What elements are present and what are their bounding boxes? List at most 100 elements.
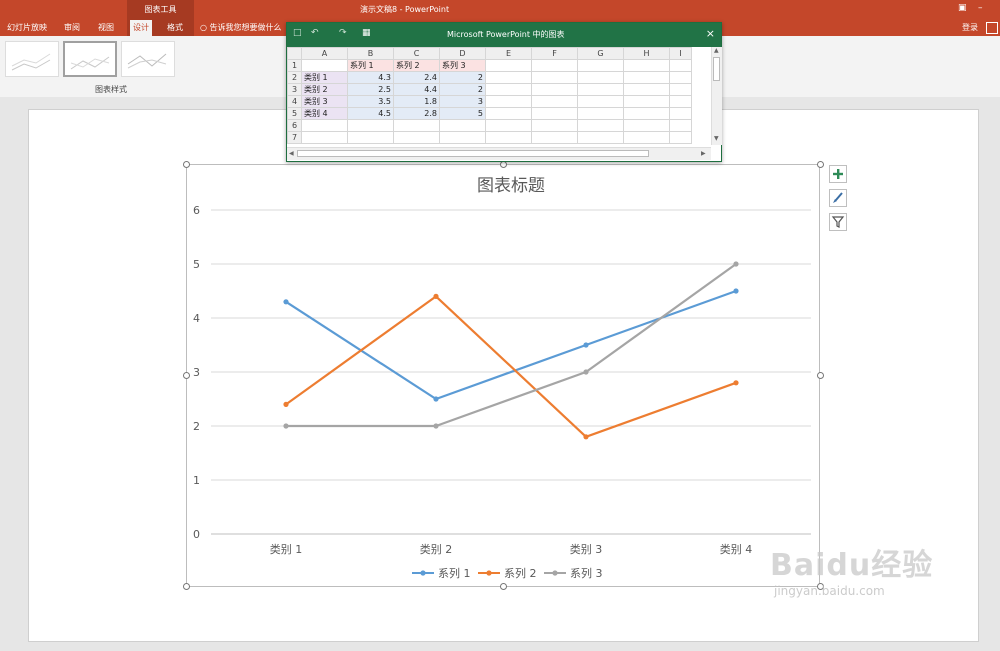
tell-me-box[interactable]: ○ 告诉我您想要做什么 (200, 20, 282, 36)
sheet-cell[interactable] (485, 71, 532, 84)
row-header[interactable]: 1 (287, 59, 302, 72)
sheet-cell[interactable] (577, 83, 624, 96)
sheet-cell[interactable]: 2 (439, 71, 486, 84)
sheet-cell[interactable] (669, 95, 692, 108)
sheet-cell[interactable] (393, 119, 440, 132)
data-grid[interactable]: A B C D E F G H I 1 系列 1 系列 2 系列 3 2 类别 1 4.3 2… (287, 47, 692, 144)
resize-handle-right[interactable] (817, 372, 824, 379)
scroll-left-icon[interactable]: ◀ (289, 150, 294, 157)
tab-slideshow[interactable]: 幻灯片放映 (4, 20, 50, 36)
row-header[interactable]: 7 (287, 131, 302, 144)
sheet-cell[interactable] (531, 131, 578, 144)
close-icon[interactable]: × (706, 23, 715, 45)
column-header[interactable]: B (347, 47, 394, 60)
sheet-cell[interactable] (577, 131, 624, 144)
sheet-cell[interactable]: 5 (439, 107, 486, 120)
row-header[interactable]: 5 (287, 107, 302, 120)
sheet-cell[interactable]: 4.4 (393, 83, 440, 96)
scroll-down-icon[interactable]: ▼ (714, 135, 719, 142)
sheet-cell[interactable] (623, 131, 670, 144)
column-header[interactable]: E (485, 47, 532, 60)
sheet-cell[interactable] (531, 95, 578, 108)
sheet-cell[interactable] (301, 119, 348, 132)
sheet-cell[interactable]: 4.3 (347, 71, 394, 84)
sheet-cell[interactable] (531, 83, 578, 96)
column-header[interactable]: G (577, 47, 624, 60)
vertical-scrollbar[interactable]: ▲ ▼ (711, 47, 722, 145)
sheet-cell[interactable] (577, 107, 624, 120)
sheet-cell[interactable] (669, 131, 692, 144)
chart-data-window[interactable]: □ ↶ ↷ ▦ Microsoft PowerPoint 中的图表 × A B … (286, 22, 722, 162)
sheet-cell[interactable] (669, 71, 692, 84)
sheet-cell[interactable]: 系列 3 (439, 59, 486, 72)
sheet-cell[interactable] (531, 119, 578, 132)
minimize-icon[interactable]: – (978, 3, 983, 13)
sheet-cell[interactable]: 系列 1 (347, 59, 394, 72)
sheet-cell[interactable] (577, 119, 624, 132)
sheet-cell[interactable]: 2.4 (393, 71, 440, 84)
sheet-cell[interactable] (301, 59, 348, 72)
redo-icon[interactable]: ↷ (339, 28, 347, 38)
sheet-cell[interactable]: 类别 2 (301, 83, 348, 96)
resize-handle-left[interactable] (183, 372, 190, 379)
tab-review[interactable]: 审阅 (61, 20, 83, 36)
tab-design[interactable]: 设计 (130, 20, 152, 36)
sheet-cell[interactable] (577, 71, 624, 84)
column-header[interactable]: D (439, 47, 486, 60)
horizontal-scrollbar[interactable]: ◀ ▶ (287, 147, 711, 160)
tab-format[interactable]: 格式 (164, 20, 186, 36)
horizontal-scroll-thumb[interactable] (297, 150, 649, 157)
chart-style-2[interactable] (63, 41, 117, 77)
sheet-cell[interactable] (485, 131, 532, 144)
sheet-cell[interactable] (577, 95, 624, 108)
chart-filters-button[interactable] (829, 213, 847, 231)
sheet-cell[interactable] (347, 131, 394, 144)
sheet-cell[interactable]: 系列 2 (393, 59, 440, 72)
resize-handle-bottom-left[interactable] (183, 583, 190, 590)
sheet-cell[interactable] (531, 71, 578, 84)
sheet-cell[interactable] (439, 119, 486, 132)
sheet-cell[interactable] (669, 59, 692, 72)
sheet-cell[interactable]: 3 (439, 95, 486, 108)
scroll-right-icon[interactable]: ▶ (701, 150, 706, 157)
column-header[interactable]: F (531, 47, 578, 60)
row-header[interactable]: 2 (287, 71, 302, 84)
sheet-cell[interactable] (347, 119, 394, 132)
resize-handle-top-left[interactable] (183, 161, 190, 168)
sheet-cell[interactable]: 类别 3 (301, 95, 348, 108)
sheet-cell[interactable]: 类别 4 (301, 107, 348, 120)
sheet-cell[interactable] (623, 59, 670, 72)
save-icon[interactable]: □ (293, 28, 302, 38)
column-header[interactable]: H (623, 47, 670, 60)
select-all-corner[interactable] (287, 47, 302, 60)
sheet-cell[interactable] (669, 119, 692, 132)
sheet-cell[interactable]: 4.5 (347, 107, 394, 120)
sheet-cell[interactable]: 2 (439, 83, 486, 96)
share-icon[interactable] (986, 22, 998, 34)
undo-icon[interactable]: ↶ (311, 28, 319, 38)
row-header[interactable]: 6 (287, 119, 302, 132)
row-header[interactable]: 3 (287, 83, 302, 96)
column-header[interactable]: I (669, 47, 692, 60)
sheet-cell[interactable] (439, 131, 486, 144)
sheet-cell[interactable] (623, 71, 670, 84)
login-link[interactable]: 登录 (962, 20, 978, 36)
sheet-cell[interactable] (485, 107, 532, 120)
sheet-cell[interactable] (669, 107, 692, 120)
ribbon-display-icon[interactable]: ▣ (958, 3, 967, 13)
resize-handle-bottom[interactable] (500, 583, 507, 590)
resize-handle-top[interactable] (500, 161, 507, 168)
sheet-cell[interactable] (669, 83, 692, 96)
sheet-cell[interactable] (531, 59, 578, 72)
chart-styles-button[interactable] (829, 189, 847, 207)
column-header[interactable]: A (301, 47, 348, 60)
edit-data-in-excel-icon[interactable]: ▦ (362, 28, 371, 38)
sheet-cell[interactable] (623, 95, 670, 108)
sheet-cell[interactable] (623, 83, 670, 96)
sheet-cell[interactable]: 2.8 (393, 107, 440, 120)
resize-handle-top-right[interactable] (817, 161, 824, 168)
chart-style-3[interactable] (121, 41, 175, 77)
scroll-up-icon[interactable]: ▲ (714, 47, 719, 54)
sheet-cell[interactable] (485, 83, 532, 96)
sheet-cell[interactable]: 1.8 (393, 95, 440, 108)
